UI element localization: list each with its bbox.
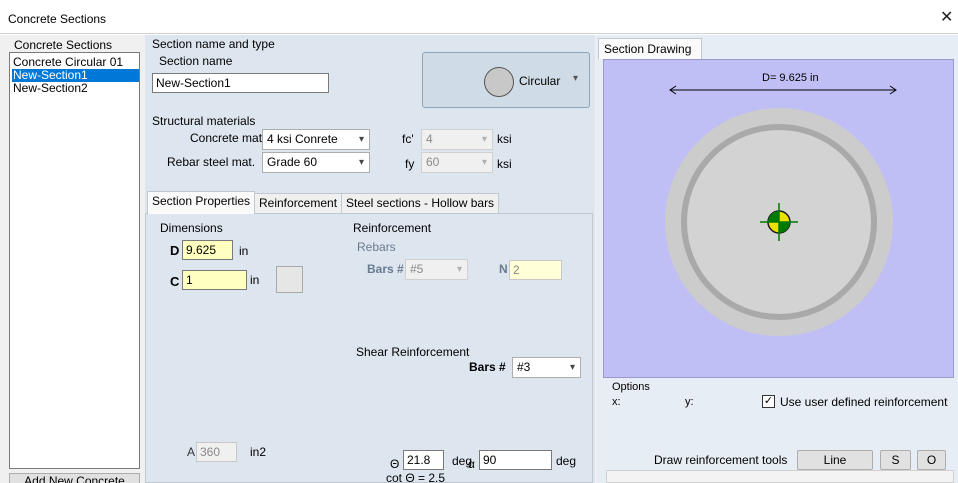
chevron-down-icon: ▾	[481, 157, 487, 168]
tools-label: Draw reinforcement tools	[654, 453, 788, 467]
n-label: N	[499, 262, 508, 276]
tab-section-properties[interactable]: Section Properties	[147, 191, 256, 214]
bars-select: #5 ▾	[405, 259, 468, 280]
y-label: y:	[685, 396, 694, 408]
options-label: Options	[612, 381, 650, 393]
d-label: D	[170, 243, 180, 258]
fy-select: 60 ▾	[421, 152, 493, 173]
theta-symbol: Θ	[390, 457, 400, 471]
user-defined-label: Use user defined reinforcement	[780, 395, 948, 409]
fc-select: 4 ▾	[421, 129, 493, 150]
rebars-label: Rebars	[357, 240, 396, 254]
section-type-button[interactable]: Circular ▾	[422, 52, 590, 108]
shear-bars-value: #3	[517, 360, 531, 374]
rebar-mat-value: Grade 60	[267, 155, 318, 169]
tab-reinforcement[interactable]: Reinforcement	[254, 193, 343, 213]
rebar-mat-label: Rebar steel mat.	[167, 155, 256, 169]
alpha-unit: deg	[556, 454, 577, 468]
c-unit: in	[250, 273, 260, 287]
shear-bars-label: Bars #	[469, 360, 506, 374]
fc-value: 4	[426, 132, 433, 146]
color-swatch[interactable]	[276, 266, 303, 293]
n-input: 2	[509, 260, 562, 280]
chevron-down-icon: ▾	[481, 134, 487, 145]
chevron-down-icon: ▾	[358, 134, 364, 145]
chevron-down-icon: ▾	[569, 362, 575, 373]
x-label: x:	[612, 396, 621, 408]
theta-input[interactable]: 21.8	[403, 450, 444, 470]
fc-label: fc'	[402, 132, 414, 146]
concrete-mat-value: 4 ksi Conrete	[267, 132, 338, 146]
alpha-input[interactable]: 90	[479, 450, 552, 470]
rebar-mat-select[interactable]: Grade 60 ▾	[262, 152, 370, 173]
add-new-concrete-button[interactable]: Add New Concrete	[9, 473, 140, 483]
section-name-label: Section name	[159, 54, 233, 68]
shear-group-label: Shear Reinforcement	[356, 345, 470, 359]
section-name-input[interactable]: New-Section1	[152, 73, 329, 93]
materials-group-label: Structural materials	[152, 114, 256, 128]
o-tool-button[interactable]: O	[917, 450, 946, 470]
dimension-label: D= 9.625 in	[762, 72, 819, 84]
list-item[interactable]: New-Section2	[12, 82, 139, 95]
bars-value: #5	[410, 262, 424, 276]
section-type-label: Circular	[519, 74, 561, 88]
section-drawing-svg	[665, 85, 897, 336]
fy-label: fy	[405, 157, 415, 171]
s-tool-button[interactable]: S	[880, 450, 911, 470]
dropdown-arrow-icon: ▾	[573, 73, 579, 84]
d-input[interactable]: 9.625	[182, 240, 233, 260]
title-bar: Concrete Sections ✕	[0, 0, 958, 34]
a-label: A	[187, 445, 196, 459]
sections-group-label: Concrete Sections	[14, 38, 113, 52]
close-icon[interactable]: ✕	[940, 10, 953, 26]
concrete-mat-label: Concrete mat.	[190, 131, 266, 145]
section-drawing-canvas[interactable]: D= 9.625 in	[603, 59, 954, 378]
concrete-mat-select[interactable]: 4 ksi Conrete ▾	[262, 129, 370, 150]
user-defined-checkbox[interactable]: ✓	[762, 395, 775, 408]
sections-list[interactable]: Concrete Circular 01 New-Section1 New-Se…	[9, 52, 140, 469]
a-unit: in2	[250, 445, 267, 459]
shear-bars-select[interactable]: #3 ▾	[512, 357, 581, 378]
alpha-symbol: α	[468, 457, 475, 471]
bars-label: Bars #	[367, 262, 404, 276]
fy-value: 60	[426, 155, 440, 169]
reinforcement-group-label: Reinforcement	[353, 221, 432, 235]
cot-text: cot Θ = 2.5	[386, 471, 446, 483]
d-unit: in	[239, 244, 249, 258]
c-label: C	[170, 274, 180, 289]
tab-section-drawing[interactable]: Section Drawing	[598, 38, 702, 59]
fc-unit: ksi	[497, 132, 512, 146]
a-input: 360	[196, 442, 237, 462]
window-title: Concrete Sections	[8, 12, 107, 26]
line-tool-button[interactable]: Line	[797, 450, 873, 470]
dimensions-group-label: Dimensions	[160, 221, 223, 235]
section-group-label: Section name and type	[152, 37, 275, 51]
fy-unit: ksi	[497, 157, 512, 171]
chevron-down-icon: ▾	[456, 264, 462, 275]
status-strip	[606, 470, 954, 483]
tab-steel-sections[interactable]: Steel sections - Hollow bars	[341, 193, 500, 213]
circle-icon	[484, 67, 514, 97]
c-input[interactable]: 1	[182, 270, 247, 290]
chevron-down-icon: ▾	[358, 157, 364, 168]
